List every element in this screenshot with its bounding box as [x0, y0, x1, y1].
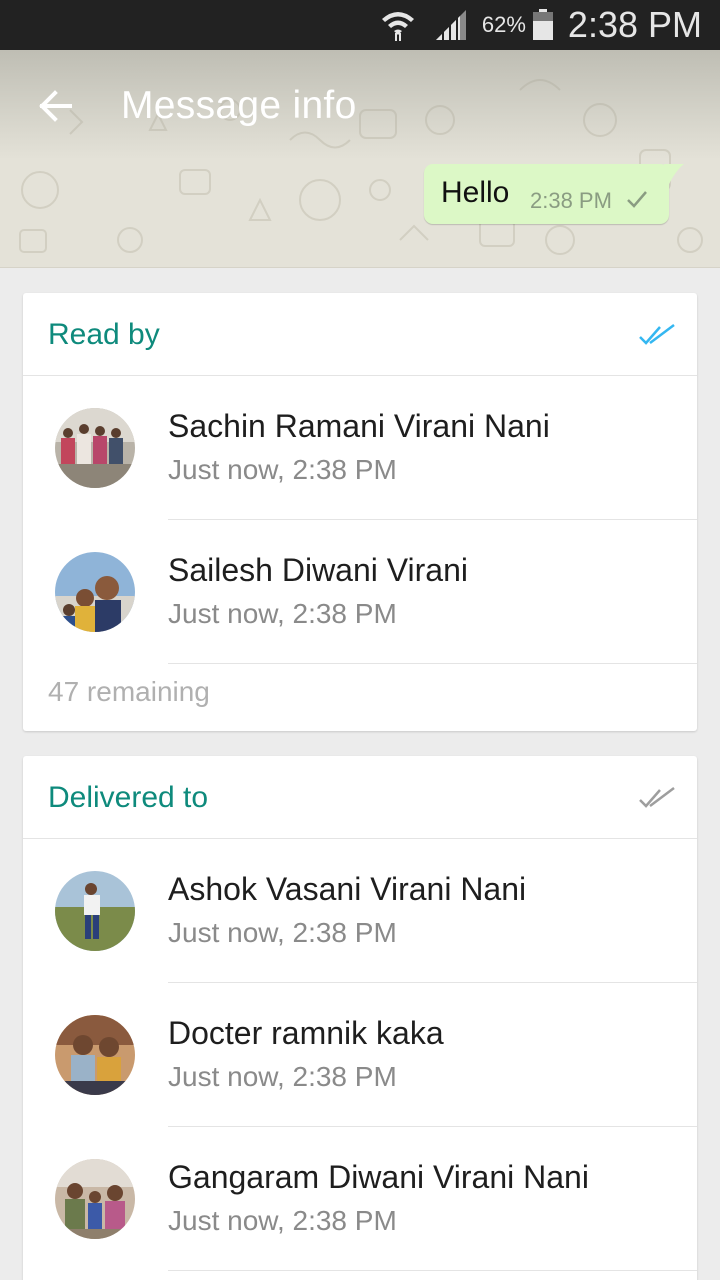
contact-row[interactable]: Ashok Vasani Virani Nani Just now, 2:38 …: [23, 839, 697, 983]
delivered-to-card: Delivered to Ashok Vasani Virani Nani Ju…: [23, 756, 697, 1280]
contact-row[interactable]: Gangaram Diwani Virani Nani Just now, 2:…: [23, 1127, 697, 1271]
message-bubble[interactable]: Hello 2:38 PM: [424, 164, 669, 224]
delivered-to-header: Delivered to: [23, 756, 697, 839]
remaining-count[interactable]: 47 remaining: [48, 676, 210, 708]
contact-name: Docter ramnik kaka: [168, 1015, 444, 1051]
contact-delivered-time: Just now, 2:38 PM: [168, 1061, 397, 1092]
contact-read-time: Just now, 2:38 PM: [168, 454, 397, 485]
avatar: [55, 408, 135, 488]
contact-read-time: Just now, 2:38 PM: [168, 598, 397, 629]
battery-percent: 62%: [481, 12, 526, 37]
bubble-tail: [664, 164, 684, 186]
contact-row[interactable]: Docter ramnik kaka Just now, 2:38 PM: [23, 983, 697, 1127]
wifi-icon: [381, 12, 414, 41]
battery-icon: [532, 9, 553, 40]
delivered-double-check-icon: [639, 787, 675, 808]
read-by-header: Read by: [23, 293, 697, 376]
avatar: [55, 1015, 135, 1095]
contact-name: Sailesh Diwani Virani: [168, 552, 468, 588]
avatar: [55, 1159, 135, 1239]
contact-row[interactable]: Sailesh Diwani Virani Just now, 2:38 PM: [23, 520, 697, 664]
sent-check-icon: [627, 191, 647, 208]
signal-icon: [435, 10, 466, 40]
page-title: Message info: [121, 84, 357, 127]
status-bar: 62% 2:38 PM: [0, 0, 720, 50]
message-text: Hello: [441, 176, 510, 209]
delivered-to-title: Delivered to: [48, 781, 209, 814]
avatar: [55, 552, 135, 632]
read-double-check-icon: [639, 324, 675, 345]
back-arrow-icon[interactable]: [36, 86, 76, 126]
avatar: [55, 871, 135, 951]
contact-name: Gangaram Diwani Virani Nani: [168, 1159, 589, 1195]
contact-row[interactable]: Sachin Ramani Virani Nani Just now, 2:38…: [23, 376, 697, 520]
contact-delivered-time: Just now, 2:38 PM: [168, 1205, 397, 1236]
contact-name: Sachin Ramani Virani Nani: [168, 408, 550, 444]
contact-delivered-time: Just now, 2:38 PM: [168, 917, 397, 948]
read-by-title: Read by: [48, 318, 160, 351]
read-by-card: Read by Sachin Ramani Virani Nani Just n…: [23, 293, 697, 731]
status-time: 2:38 PM: [567, 4, 702, 45]
message-time: 2:38 PM: [530, 188, 612, 213]
contact-name: Ashok Vasani Virani Nani: [168, 871, 527, 907]
message-header: Message info Hello 2:38 PM: [0, 50, 720, 268]
